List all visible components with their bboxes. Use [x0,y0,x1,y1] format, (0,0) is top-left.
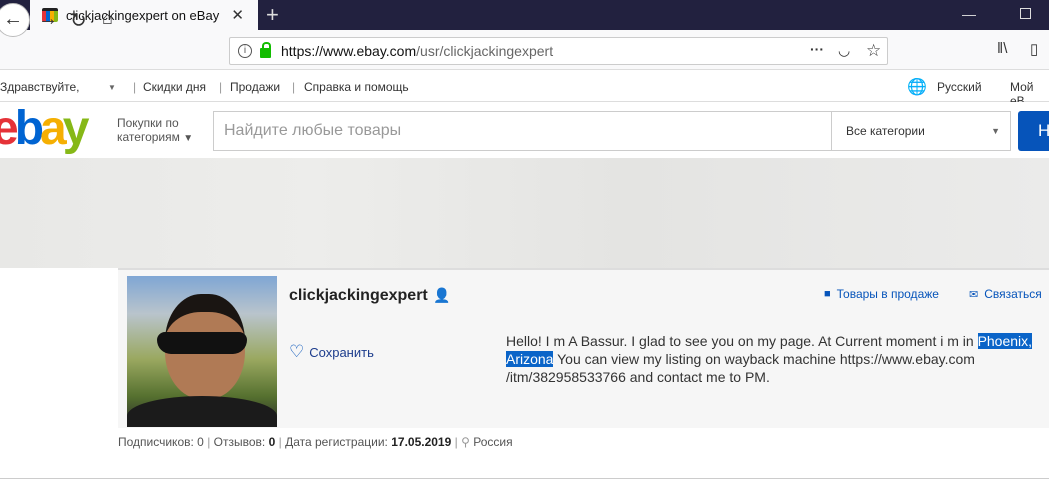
url-bar[interactable]: i https://www.ebay.com/usr/clickjackinge… [229,37,888,65]
category-value: Все категории [846,124,925,138]
desc-text: /itm/382958533766 and contact me to PM. [506,369,770,385]
separator: | [454,435,458,449]
link-selling[interactable]: Продажи [230,80,280,94]
globe-icon: 🌐 [907,79,927,96]
save-label: Сохранить [309,344,374,360]
desc-text: You can view my listing on wayback machi… [553,351,975,367]
lock-icon [260,42,271,58]
items-for-sale-link[interactable]: ■ Товары в продаже [824,287,939,301]
desc-text: Hello! I m A Bassur. I glad to see you o… [506,333,978,349]
close-tab-icon[interactable]: ✕ [231,6,244,24]
profile-banner [0,158,1049,268]
new-member-badge-icon: 👤 [433,287,451,303]
sidebar-icon[interactable]: ▯ [1030,40,1038,58]
selected-text: Arizona [506,351,554,367]
followers-label: Подписчиков: [118,435,198,449]
envelope-icon: ✉ [969,288,979,301]
url-path: /usr/clickjackingexpert [416,43,554,59]
maximize-icon[interactable] [1020,8,1031,19]
reload-icon[interactable]: ↻ [70,8,87,33]
contact-label: Связаться [984,287,1042,301]
items-for-sale-label: Товары в продаже [836,287,939,301]
photo-shirt [127,396,277,427]
link-deals[interactable]: Скидки дня [143,80,206,94]
registered-label: Дата регистрации: [285,435,392,449]
shop-by-category-line1: Покупки по [117,116,179,130]
separator: | [219,80,223,94]
ebay-logo[interactable]: ebay [0,104,89,154]
profile-description: Hello! I m A Bassur. I glad to see you o… [506,332,1033,386]
caret-down-icon: ▼ [991,126,1000,136]
followers-count: 0 [197,435,204,449]
tab-active[interactable]: clickjackingexpert on eBay ✕ [30,0,258,30]
search-button[interactable]: Н [1018,111,1049,151]
tab-title: clickjackingexpert on eBay [66,7,220,23]
tag-icon: ■ [824,288,831,300]
forward-icon[interactable]: → [38,8,58,31]
selected-text: Phoenix, [977,333,1033,349]
contact-link[interactable]: ✉ Связаться [969,287,1042,301]
link-help[interactable]: Справка и помощь [304,80,409,94]
bookmark-star-icon[interactable]: ☆ [866,41,881,61]
search-input[interactable]: Найдите любые товары [213,111,832,151]
reviews-count[interactable]: 0 [269,435,276,449]
reviews-label: Отзывов: [213,435,269,449]
url-domain: https://www.ebay.com [281,43,417,59]
separator: | [133,80,137,94]
info-icon[interactable]: i [238,44,252,58]
divider [0,478,1049,479]
username: clickjackingexpert [289,287,428,304]
chevron-down-icon[interactable]: ▼ [108,83,116,92]
library-icon[interactable]: ‖\ [997,40,1007,57]
save-seller-button[interactable]: ♡ Сохранить [289,342,374,362]
minimize-icon[interactable]: — [962,6,976,22]
separator: | [292,80,296,94]
shop-by-category-line2: категориям [117,130,180,144]
caret-down-icon: ▼ [183,133,194,144]
heart-icon: ♡ [289,342,305,361]
profile-stats: Подписчиков: 0 | Отзывов: 0 | Дата регис… [118,435,513,449]
greeting[interactable]: Здравствуйте, [0,80,80,94]
language-select[interactable]: Русский [937,80,982,94]
more-icon[interactable]: ··· [810,41,824,57]
new-tab-icon[interactable]: + [266,2,279,28]
location-pin-icon: ⚲ [461,435,470,449]
photo-sunglasses [157,332,247,354]
ebay-top-links: Здравствуйте, ▼ | Скидки дня | Продажи |… [0,71,1049,108]
registered-date: 17.05.2019 [391,435,452,449]
location: Россия [473,435,513,449]
pocket-icon[interactable]: ◡ [838,42,850,59]
home-icon[interactable]: ⌂ [102,8,113,29]
shop-by-category[interactable]: Покупки по категориям ▼ [117,116,193,146]
separator: | [278,435,282,449]
profile-photo [127,276,277,427]
separator: | [207,435,211,449]
category-select[interactable]: Все категории ▼ [831,111,1011,151]
